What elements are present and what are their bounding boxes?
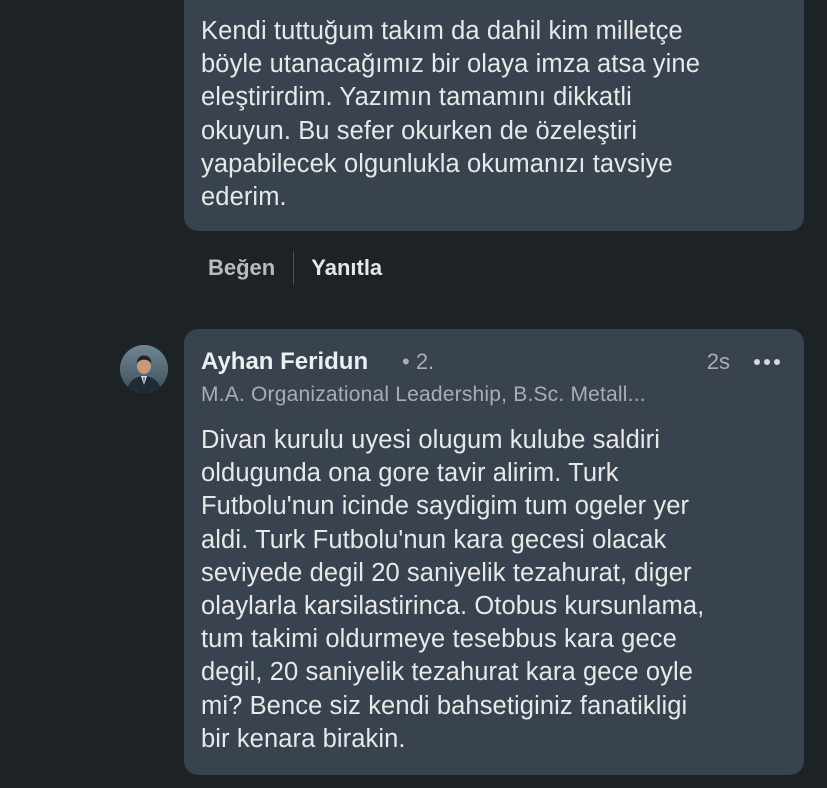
more-options-button[interactable] [750, 347, 784, 377]
more-horizontal-icon [754, 359, 780, 365]
comment-bubble: Kendi tuttuğum takım da dahil kim millet… [184, 0, 804, 231]
comment-actions: Beğen Yanıtla [208, 251, 382, 285]
comment-timestamp: 2s [706, 349, 730, 374]
author-name[interactable]: Ayhan Feridun [201, 348, 368, 376]
reply-button[interactable]: Yanıtla [294, 255, 382, 281]
avatar[interactable] [120, 345, 168, 393]
connection-degree: • 2. [402, 349, 435, 374]
like-button[interactable]: Beğen [208, 255, 293, 281]
profile-photo-icon [120, 345, 168, 393]
comments-thread: Kendi tuttuğum takım da dahil kim millet… [0, 0, 827, 788]
author-headline: M.A. Organizational Leadership, B.Sc. Me… [201, 383, 646, 406]
comment-text: Divan kurulu uyesi olugum kulube saldiri… [201, 426, 705, 753]
comment-bubble: Ayhan Feridun • 2. 2s M.A. Organizationa… [184, 329, 804, 775]
comment-text: Kendi tuttuğum takım da dahil kim millet… [201, 17, 700, 212]
